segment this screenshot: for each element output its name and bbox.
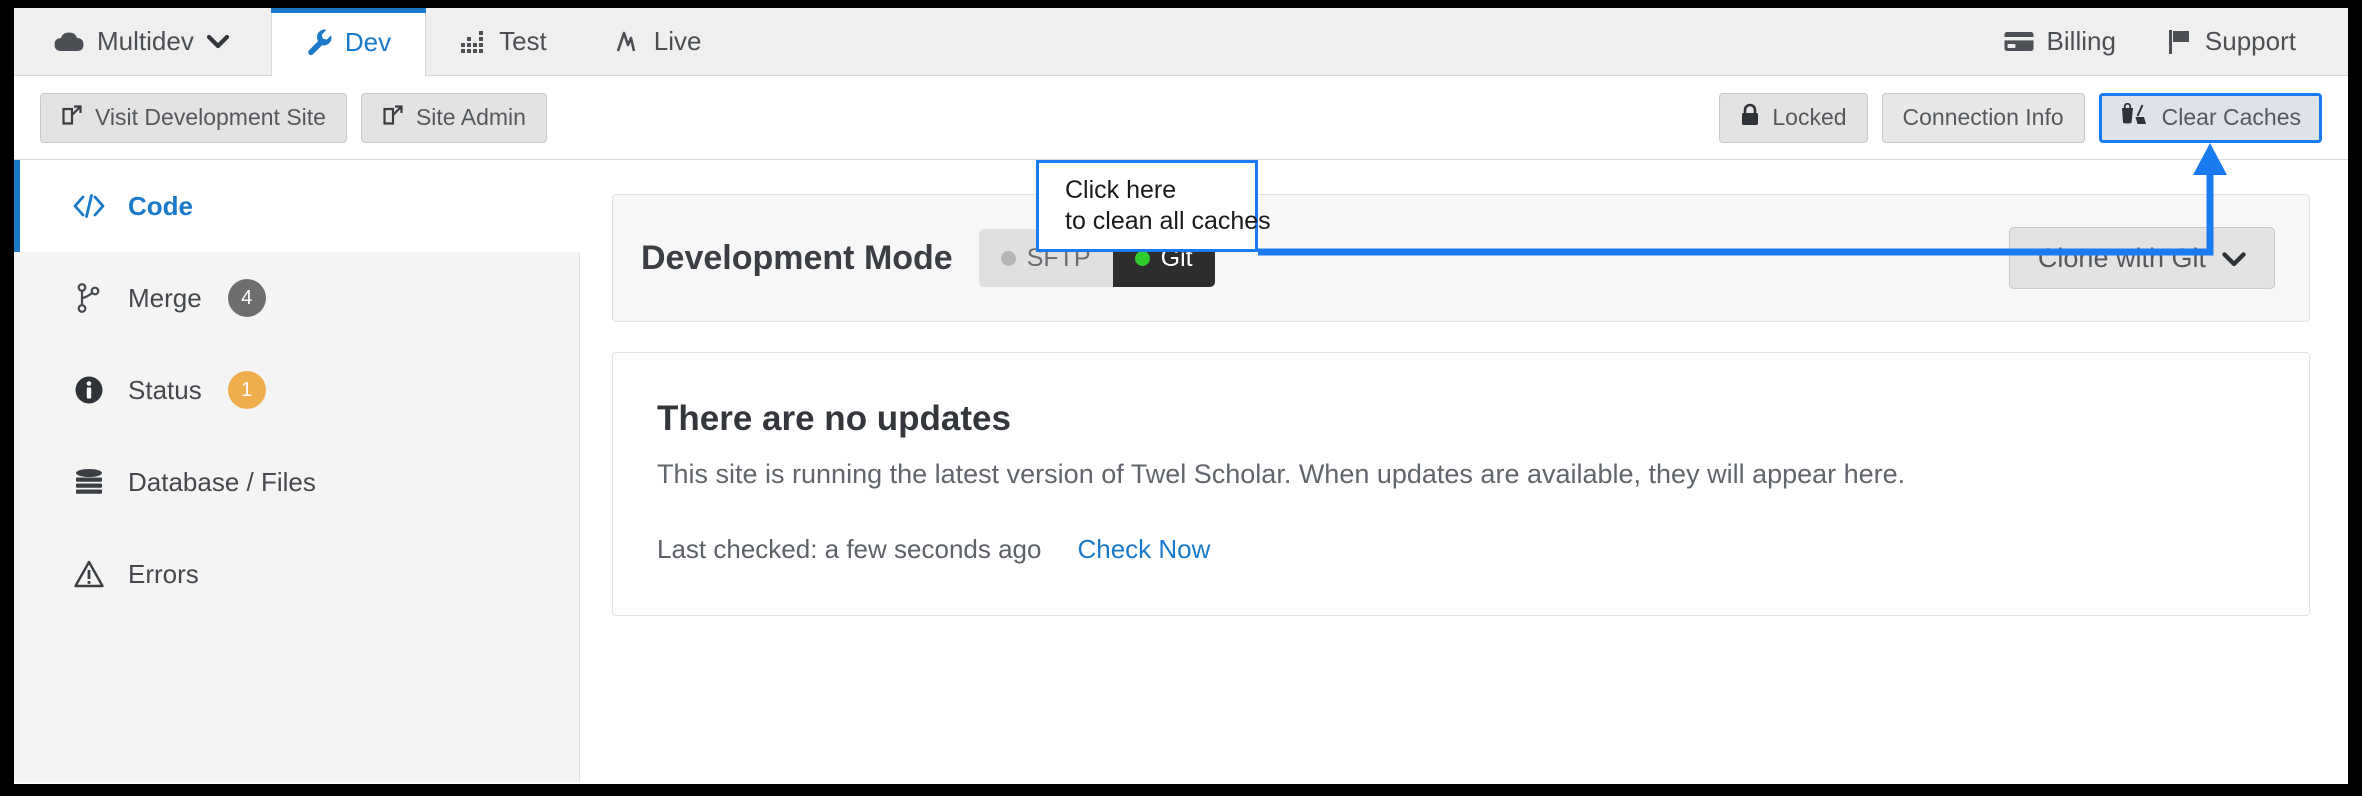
clear-caches-button[interactable]: Clear Caches xyxy=(2098,92,2322,143)
sidebar-item-code[interactable]: Code xyxy=(14,160,580,252)
chevron-down-icon xyxy=(206,34,229,49)
callout-line-1: Click here xyxy=(1065,175,1177,204)
tab-billing[interactable]: Billing xyxy=(1978,8,2142,75)
account-tabs: Billing Support xyxy=(1978,8,2348,75)
clone-with-git-button[interactable]: Clone with Git xyxy=(2008,227,2275,289)
callout-line-2: to clean all caches xyxy=(1065,207,1271,235)
sidebar-item-errors-label: Errors xyxy=(128,558,199,589)
tab-live[interactable]: Live xyxy=(581,8,736,75)
clear-caches-label: Clear Caches xyxy=(2161,104,2301,130)
external-link-icon xyxy=(61,104,83,132)
info-icon xyxy=(72,375,106,405)
chart-bars-icon xyxy=(460,29,486,55)
pulse-icon xyxy=(615,29,641,55)
sidebar-item-errors[interactable]: Errors xyxy=(14,528,579,620)
tab-support[interactable]: Support xyxy=(2142,8,2322,75)
annotation-callout: Click here to clean all caches xyxy=(1036,160,1271,252)
updates-last-checked: Last checked: a few seconds ago xyxy=(657,534,1042,564)
sidebar-item-database-files[interactable]: Database / Files xyxy=(14,436,579,528)
database-icon xyxy=(72,468,106,496)
tab-dev[interactable]: Dev xyxy=(270,8,427,76)
environment-body: Code Merge 4 Status 1 Database / Files E… xyxy=(14,160,2348,782)
clone-with-git-label: Clone with Git xyxy=(2037,242,2206,273)
sidebar-nav: Code Merge 4 Status 1 Database / Files E… xyxy=(14,160,580,782)
tab-dev-label: Dev xyxy=(344,26,392,57)
check-now-link[interactable]: Check Now xyxy=(1077,534,1210,565)
branch-icon xyxy=(72,283,106,313)
sidebar-badge-status: 1 xyxy=(227,371,266,409)
site-admin-label: Site Admin xyxy=(415,104,526,130)
flag-icon xyxy=(2168,29,2192,55)
external-link-icon xyxy=(382,104,404,132)
connection-info-button[interactable]: Connection Info xyxy=(1881,92,2085,143)
toolbar-right-group: Locked Connection Info Clear Caches xyxy=(1719,92,2322,143)
chevron-down-icon xyxy=(2222,243,2246,274)
wrench-icon xyxy=(306,28,332,56)
sidebar-item-code-label: Code xyxy=(128,190,193,221)
tab-live-label: Live xyxy=(653,26,702,56)
sftp-status-dot xyxy=(1000,250,1016,266)
visit-development-site-button[interactable]: Visit Development Site xyxy=(40,92,347,143)
main-content: Development Mode SFTP Git Clone with Git… xyxy=(580,160,2348,782)
tab-support-label: Support xyxy=(2204,26,2296,56)
cloud-icon xyxy=(54,31,84,53)
code-icon xyxy=(72,193,106,219)
development-mode-card: Development Mode SFTP Git Clone with Git xyxy=(612,194,2310,322)
broom-bucket-icon xyxy=(2120,102,2150,133)
toolbar-left-group: Visit Development Site Site Admin xyxy=(40,92,547,143)
environment-tabs: Multidev Dev Test Live xyxy=(14,8,736,76)
environment-tab-bar: Multidev Dev Test Live Billing Support xyxy=(14,8,2348,76)
sidebar-item-merge-label: Merge xyxy=(128,282,202,313)
sidebar-item-status[interactable]: Status 1 xyxy=(14,344,579,436)
environment-toolbar: Visit Development Site Site Admin Locked… xyxy=(14,76,2348,160)
sidebar-item-database-files-label: Database / Files xyxy=(128,466,316,497)
updates-card: There are no updates This site is runnin… xyxy=(612,352,2310,616)
sidebar-item-status-label: Status xyxy=(128,374,202,405)
visit-development-site-label: Visit Development Site xyxy=(95,104,326,130)
locked-button[interactable]: Locked xyxy=(1719,92,1868,143)
browser-viewport: Multidev Dev Test Live Billing Support V… xyxy=(14,8,2348,784)
tab-multidev-label: Multidev xyxy=(97,26,194,56)
warning-triangle-icon xyxy=(72,560,106,588)
tab-test[interactable]: Test xyxy=(426,8,581,75)
site-admin-button[interactable]: Site Admin xyxy=(360,92,547,143)
sidebar-item-merge[interactable]: Merge 4 xyxy=(14,252,579,344)
tab-test-label: Test xyxy=(499,26,547,56)
updates-footer: Last checked: a few seconds ago Check No… xyxy=(657,534,2265,565)
credit-card-icon xyxy=(2004,31,2034,53)
git-status-dot xyxy=(1134,250,1150,266)
updates-description: This site is running the latest version … xyxy=(657,459,1906,489)
sidebar-badge-merge: 4 xyxy=(227,279,266,317)
lock-icon xyxy=(1740,103,1760,133)
locked-label: Locked xyxy=(1772,104,1847,130)
connection-info-label: Connection Info xyxy=(1902,104,2064,130)
updates-title: There are no updates xyxy=(657,399,1011,438)
tab-billing-label: Billing xyxy=(2046,26,2116,56)
screenshot-frame: Multidev Dev Test Live Billing Support V… xyxy=(0,0,2362,796)
tab-multidev[interactable]: Multidev xyxy=(14,8,271,75)
development-mode-title: Development Mode xyxy=(641,238,953,277)
